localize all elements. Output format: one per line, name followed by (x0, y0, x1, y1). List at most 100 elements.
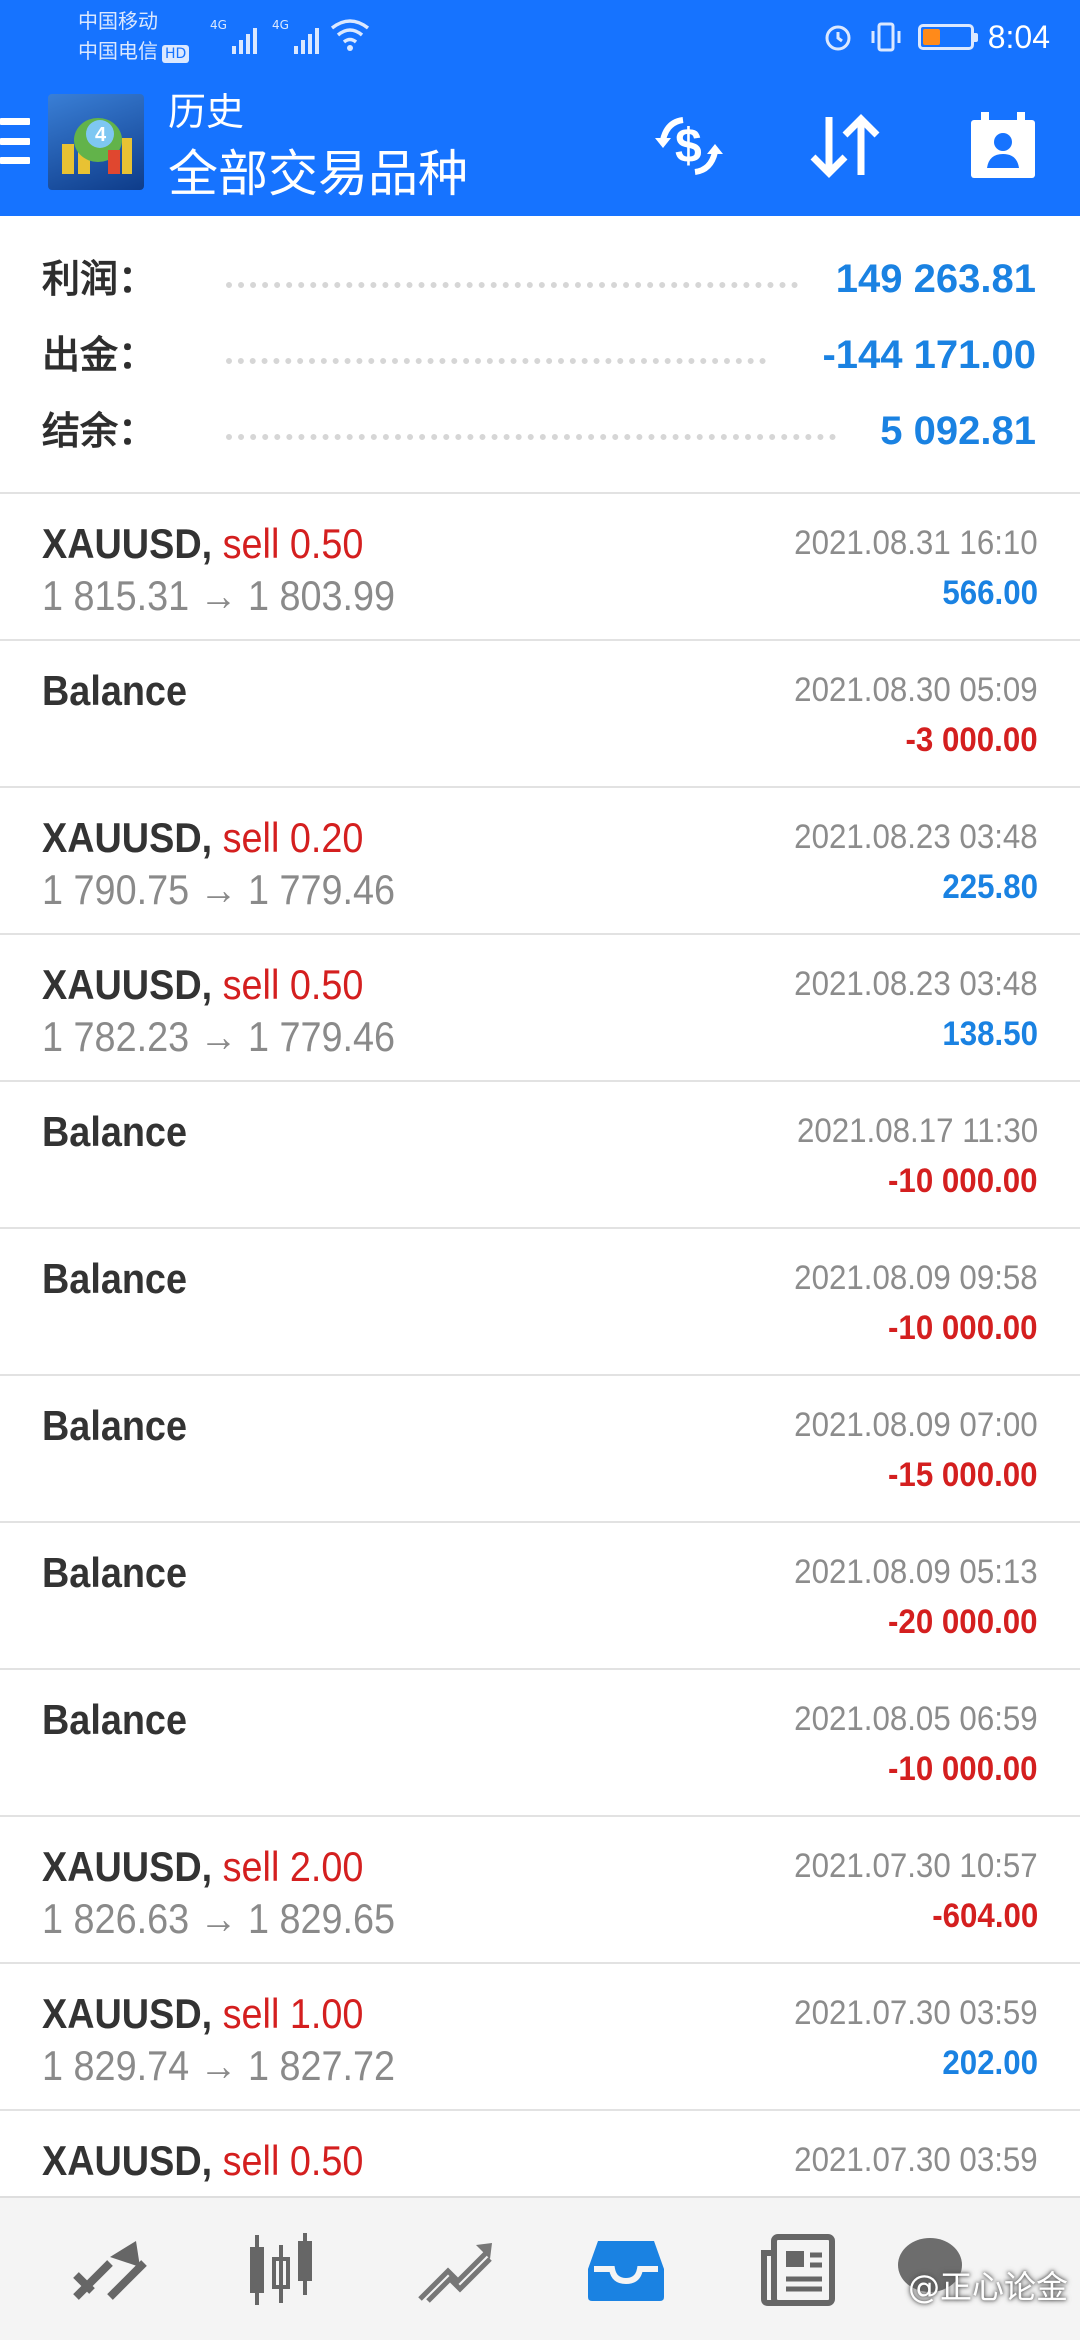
deal-symbol: Balance (42, 1549, 187, 1596)
signal-icon: 4G (210, 18, 257, 54)
deal-profit: 138.50 (942, 1015, 1038, 1053)
news-icon[interactable] (712, 2198, 884, 2340)
watermark: @正心论金 (907, 2268, 1068, 2306)
bottom-nav: @正心论金 (0, 2196, 1080, 2340)
battery-icon (917, 24, 978, 50)
summary-withdrawal-row: 出金： -144 171.00 (0, 318, 1080, 394)
deal-time: 2021.08.09 07:00 (794, 1406, 1038, 1444)
deal-prices: 1 829.74 → 1 827.72 (42, 2042, 396, 2089)
alarm-icon (825, 25, 851, 51)
status-time: 8:04 (987, 18, 1050, 55)
deal-symbol: Balance (42, 1696, 187, 1743)
deal-profit: -10 000.00 (888, 1309, 1038, 1347)
summary-balance-row: 结余： 5 092.81 (0, 394, 1080, 470)
summary-panel: 利润： 149 263.81 出金： -144 171.00 结余： 5 092… (0, 216, 1080, 494)
deal-time: 2021.07.30 03:59 (794, 2141, 1038, 2179)
deal-row[interactable]: Balance 2021.08.09 07:00 -15 000.00 (0, 1376, 1080, 1523)
deal-row[interactable]: Balance 2021.08.30 05:09 -3 000.00 (0, 641, 1080, 788)
deal-row[interactable]: Balance 2021.08.09 09:58 -10 000.00 (0, 1229, 1080, 1376)
deal-time: 2021.08.17 11:30 (796, 1112, 1038, 1150)
deal-symbol: Balance (42, 1108, 187, 1155)
deal-prices: 1 782.23 → 1 779.46 (42, 1013, 396, 1060)
page-subtitle[interactable]: 全部交易品种 (168, 144, 468, 204)
deal-symbol: Balance (42, 1255, 187, 1302)
vibrate-icon (871, 22, 901, 52)
dotted-leader (226, 434, 836, 440)
deal-row[interactable]: XAUUSD, sell 1.00 1 829.74 → 1 827.72 20… (0, 1964, 1080, 2111)
quotes-icon[interactable] (24, 2198, 196, 2340)
summary-label: 利润： (42, 257, 157, 301)
svg-text:$: $ (675, 120, 702, 173)
deal-side: sell 1.00 (222, 1990, 364, 2037)
app-header: 中国移动 中国电信 HD 4G 4G 8:04 4 历史 全部交易品种 $ (0, 0, 1080, 216)
deal-symbol: XAUUSD, (42, 814, 213, 861)
deal-row[interactable]: XAUUSD, sell 2.00 1 826.63 → 1 829.65 20… (0, 1817, 1080, 1964)
deal-prices: 1 815.31 → 1 803.99 (42, 572, 396, 619)
deal-row[interactable]: Balance 2021.08.09 05:13 -20 000.00 (0, 1523, 1080, 1670)
deal-profit: -604.00 (931, 1897, 1038, 1935)
account-icon[interactable] (958, 104, 1048, 188)
chart-icon[interactable] (196, 2198, 368, 2340)
deal-time: 2021.08.23 03:48 (794, 965, 1038, 1003)
carrier-1: 中国移动 (78, 9, 158, 33)
deal-profit: -20 000.00 (888, 1603, 1038, 1641)
summary-value: -144 171.00 (822, 333, 1036, 377)
deal-symbol: XAUUSD, (42, 520, 213, 567)
wifi-icon (330, 19, 370, 51)
summary-label: 结余： (42, 409, 157, 453)
deal-time: 2021.08.09 09:58 (794, 1259, 1038, 1297)
deal-time: 2021.07.30 10:57 (794, 1847, 1038, 1885)
summary-value: 5 092.81 (880, 409, 1036, 453)
dotted-leader (226, 358, 766, 364)
trade-icon[interactable] (368, 2198, 540, 2340)
deal-row[interactable]: XAUUSD, sell 0.50 1 815.31 → 1 803.99 20… (0, 494, 1080, 641)
deal-symbol: XAUUSD, (42, 961, 213, 1008)
deal-time: 2021.08.05 06:59 (794, 1700, 1038, 1738)
summary-value: 149 263.81 (835, 257, 1036, 301)
app-logo: 4 (48, 94, 144, 190)
deal-time: 2021.08.31 16:10 (794, 524, 1038, 562)
deal-side: sell 0.20 (222, 814, 364, 861)
dotted-leader (226, 282, 798, 288)
deal-row[interactable]: Balance 2021.08.05 06:59 -10 000.00 (0, 1670, 1080, 1817)
deal-row[interactable]: XAUUSD, sell 0.50 1 782.23 → 1 779.46 20… (0, 935, 1080, 1082)
deal-time: 2021.08.30 05:09 (794, 671, 1038, 709)
history-icon[interactable] (540, 2198, 712, 2340)
deal-profit: 566.00 (942, 574, 1038, 612)
deals-list: XAUUSD, sell 0.50 1 815.31 → 1 803.99 20… (0, 494, 1080, 2258)
carrier-info: 中国移动 中国电信 HD (78, 6, 190, 66)
svg-text:4: 4 (95, 124, 107, 146)
carrier-2: 中国电信 (78, 39, 158, 63)
deal-symbol: Balance (42, 667, 187, 714)
deal-side: sell 0.50 (222, 961, 364, 1008)
status-bar: 中国移动 中国电信 HD 4G 4G 8:04 (0, 0, 1080, 80)
deal-symbol: Balance (42, 1402, 187, 1449)
page-title: 历史 (168, 90, 245, 134)
sort-icon[interactable] (800, 104, 890, 188)
deal-side: sell 0.50 (222, 520, 364, 567)
deal-profit: -10 000.00 (888, 1162, 1038, 1200)
deal-profit: -15 000.00 (888, 1456, 1038, 1494)
deal-time: 2021.08.23 03:48 (794, 818, 1038, 856)
hd-badge: HD (162, 45, 190, 63)
deal-symbol: XAUUSD, (42, 1843, 213, 1890)
deal-symbol: XAUUSD, (42, 1990, 213, 2037)
menu-icon[interactable] (0, 118, 30, 164)
deal-symbol: XAUUSD, (42, 2137, 213, 2184)
deal-side: sell 2.00 (222, 1843, 364, 1890)
status-right: 8:04 (822, 14, 1050, 60)
deal-time: 2021.08.09 05:13 (794, 1553, 1038, 1591)
summary-profit-row: 利润： 149 263.81 (0, 242, 1080, 318)
currency-exchange-icon[interactable]: $ (644, 104, 734, 188)
summary-label: 出金： (42, 333, 157, 377)
deal-prices: 1 790.75 → 1 779.46 (42, 866, 396, 913)
signal-icon-2: 4G (272, 18, 319, 54)
deal-time: 2021.07.30 03:59 (794, 1994, 1038, 2032)
deal-prices: 1 826.63 → 1 829.65 (42, 1895, 396, 1942)
deal-profit: 202.00 (942, 2044, 1038, 2082)
deal-row[interactable]: XAUUSD, sell 0.20 1 790.75 → 1 779.46 20… (0, 788, 1080, 935)
deal-side: sell 0.50 (222, 2137, 364, 2184)
deal-profit: -10 000.00 (888, 1750, 1038, 1788)
deal-profit: 225.80 (942, 868, 1038, 906)
deal-row[interactable]: Balance 2021.08.17 11:30 -10 000.00 (0, 1082, 1080, 1229)
